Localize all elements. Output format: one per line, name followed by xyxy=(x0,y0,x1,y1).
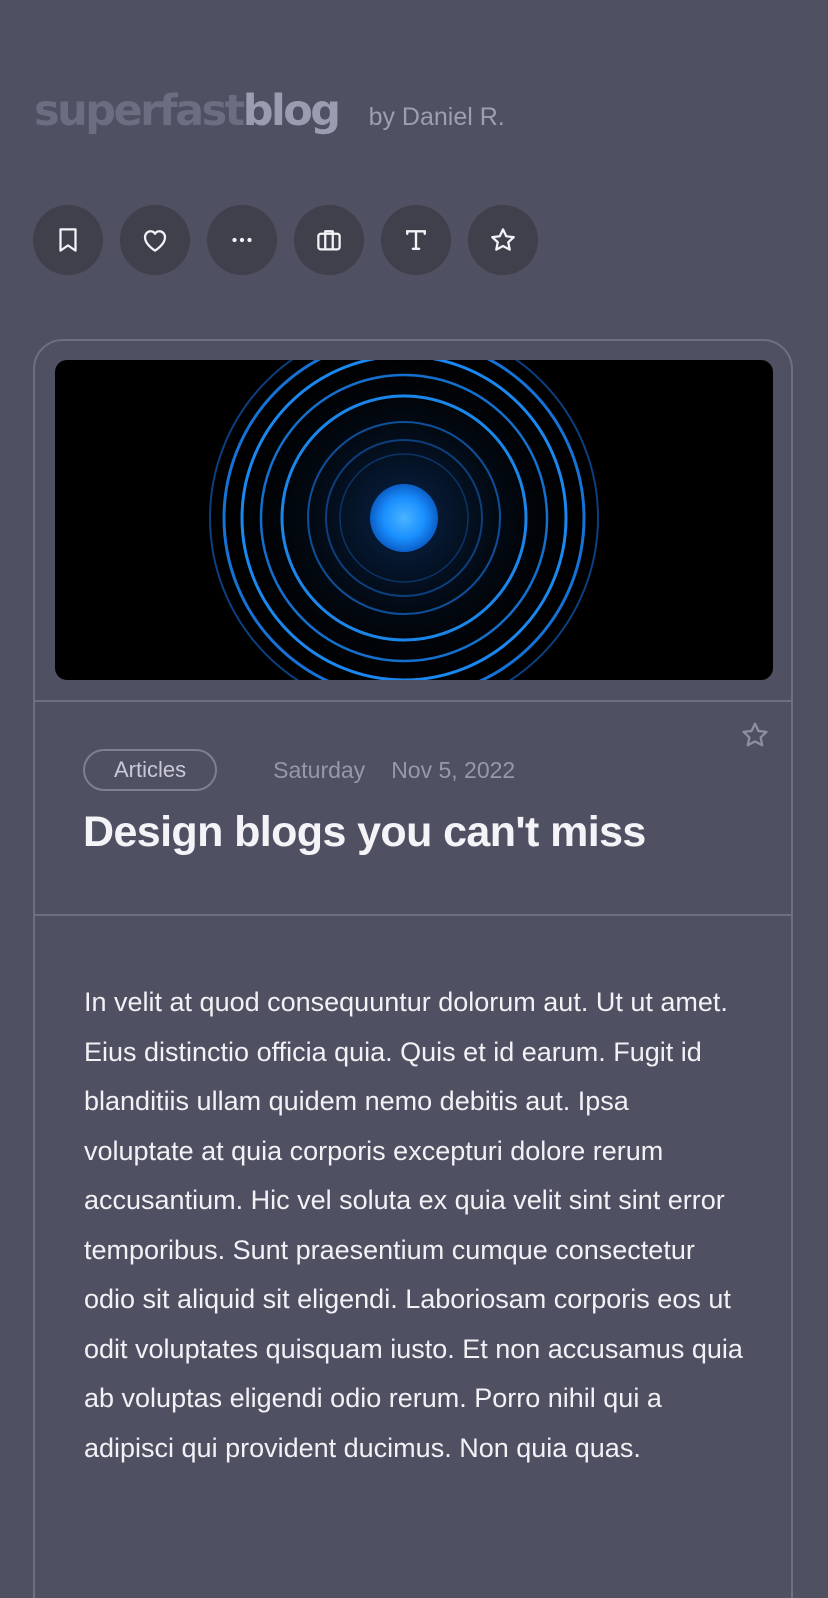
post-card: Articles Saturday Nov 5, 2022 Design blo… xyxy=(33,339,793,1598)
briefcase-button[interactable] xyxy=(294,205,364,275)
more-options-button[interactable] xyxy=(207,205,277,275)
star-icon xyxy=(491,228,515,251)
post-day: Saturday xyxy=(273,756,366,783)
card-divider xyxy=(35,700,791,702)
post-body: In velit at quod consequuntur dolorum au… xyxy=(84,987,743,1463)
briefcase-icon xyxy=(317,230,341,251)
card-divider xyxy=(35,914,791,916)
more-dots-icon xyxy=(232,237,252,243)
bookmark-button[interactable] xyxy=(33,205,103,275)
logo-text-part1: superfast xyxy=(34,86,245,136)
bookmark-icon xyxy=(59,228,77,252)
author-byline: by Daniel R. xyxy=(368,103,505,131)
like-button[interactable] xyxy=(120,205,190,275)
logo-text-part2: blog xyxy=(242,86,341,136)
star-outline-icon[interactable] xyxy=(739,719,771,751)
post-meta: Articles Saturday Nov 5, 2022 xyxy=(83,749,515,791)
site-header: superfastblog by Daniel R. xyxy=(34,86,505,136)
text-format-button[interactable] xyxy=(381,205,451,275)
concentric-rings-graphic xyxy=(209,360,599,680)
page: superfastblog by Daniel R. Articles Satu… xyxy=(0,0,828,1598)
post-date: Nov 5, 2022 xyxy=(391,756,516,783)
heart-icon xyxy=(143,230,167,252)
text-format-icon xyxy=(406,230,426,250)
category-tag[interactable]: Articles xyxy=(83,749,218,791)
action-toolbar xyxy=(33,205,538,275)
site-logo[interactable]: superfastblog xyxy=(34,86,341,136)
star-button[interactable] xyxy=(468,205,538,275)
post-title: Design blogs you can't miss xyxy=(83,808,646,856)
hero-image xyxy=(55,360,773,680)
